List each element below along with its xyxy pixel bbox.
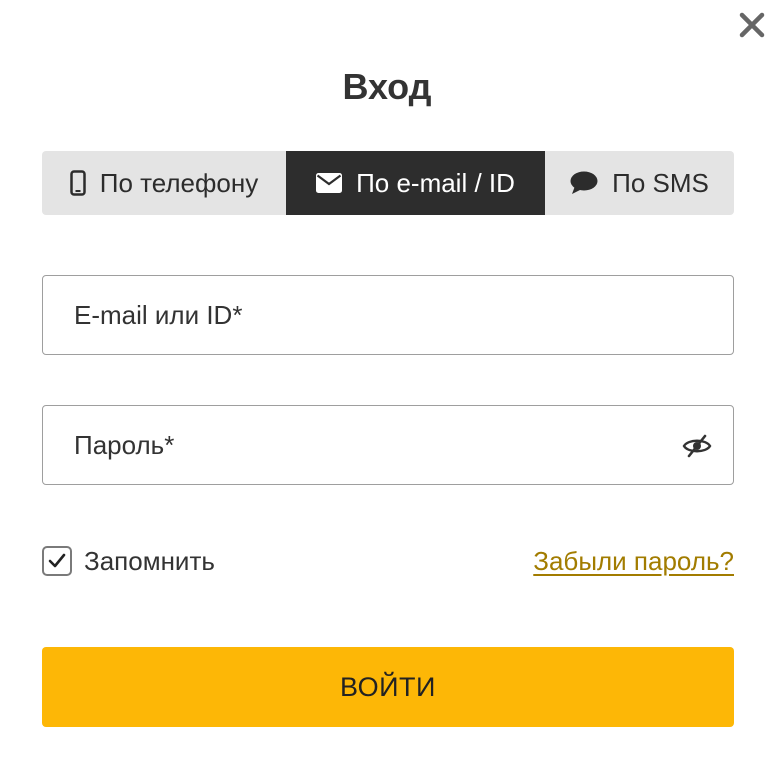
eye-slash-icon[interactable] — [681, 430, 713, 462]
email-field-container — [42, 275, 734, 355]
forgot-password-link[interactable]: Забыли пароль? — [533, 546, 734, 577]
envelope-icon — [316, 173, 343, 193]
password-input[interactable] — [43, 406, 733, 484]
tab-sms[interactable]: По SMS — [545, 151, 734, 215]
mobile-phone-icon — [70, 170, 86, 196]
password-field-container — [42, 405, 734, 485]
remember-checkbox[interactable] — [42, 546, 72, 576]
dialog-title: Вход — [342, 66, 432, 107]
tab-phone-label: По телефону — [99, 167, 259, 198]
login-button[interactable]: ВОЙТИ — [42, 647, 734, 727]
tab-email[interactable]: По e-mail / ID — [286, 151, 545, 215]
remember-label: Запомнить — [84, 545, 215, 576]
close-icon — [739, 12, 765, 38]
login-method-tabs: По телефону По e-mail / ID По SMS — [42, 151, 734, 215]
tab-sms-label: По SMS — [612, 167, 709, 198]
close-button[interactable] — [736, 8, 768, 42]
remember-me[interactable]: Запомнить — [42, 544, 215, 578]
email-input[interactable] — [43, 276, 733, 354]
tab-phone[interactable]: По телефону — [42, 151, 286, 215]
chat-bubble-icon — [570, 171, 598, 195]
checkmark-icon — [48, 553, 66, 568]
tab-email-label: По e-mail / ID — [356, 167, 515, 198]
